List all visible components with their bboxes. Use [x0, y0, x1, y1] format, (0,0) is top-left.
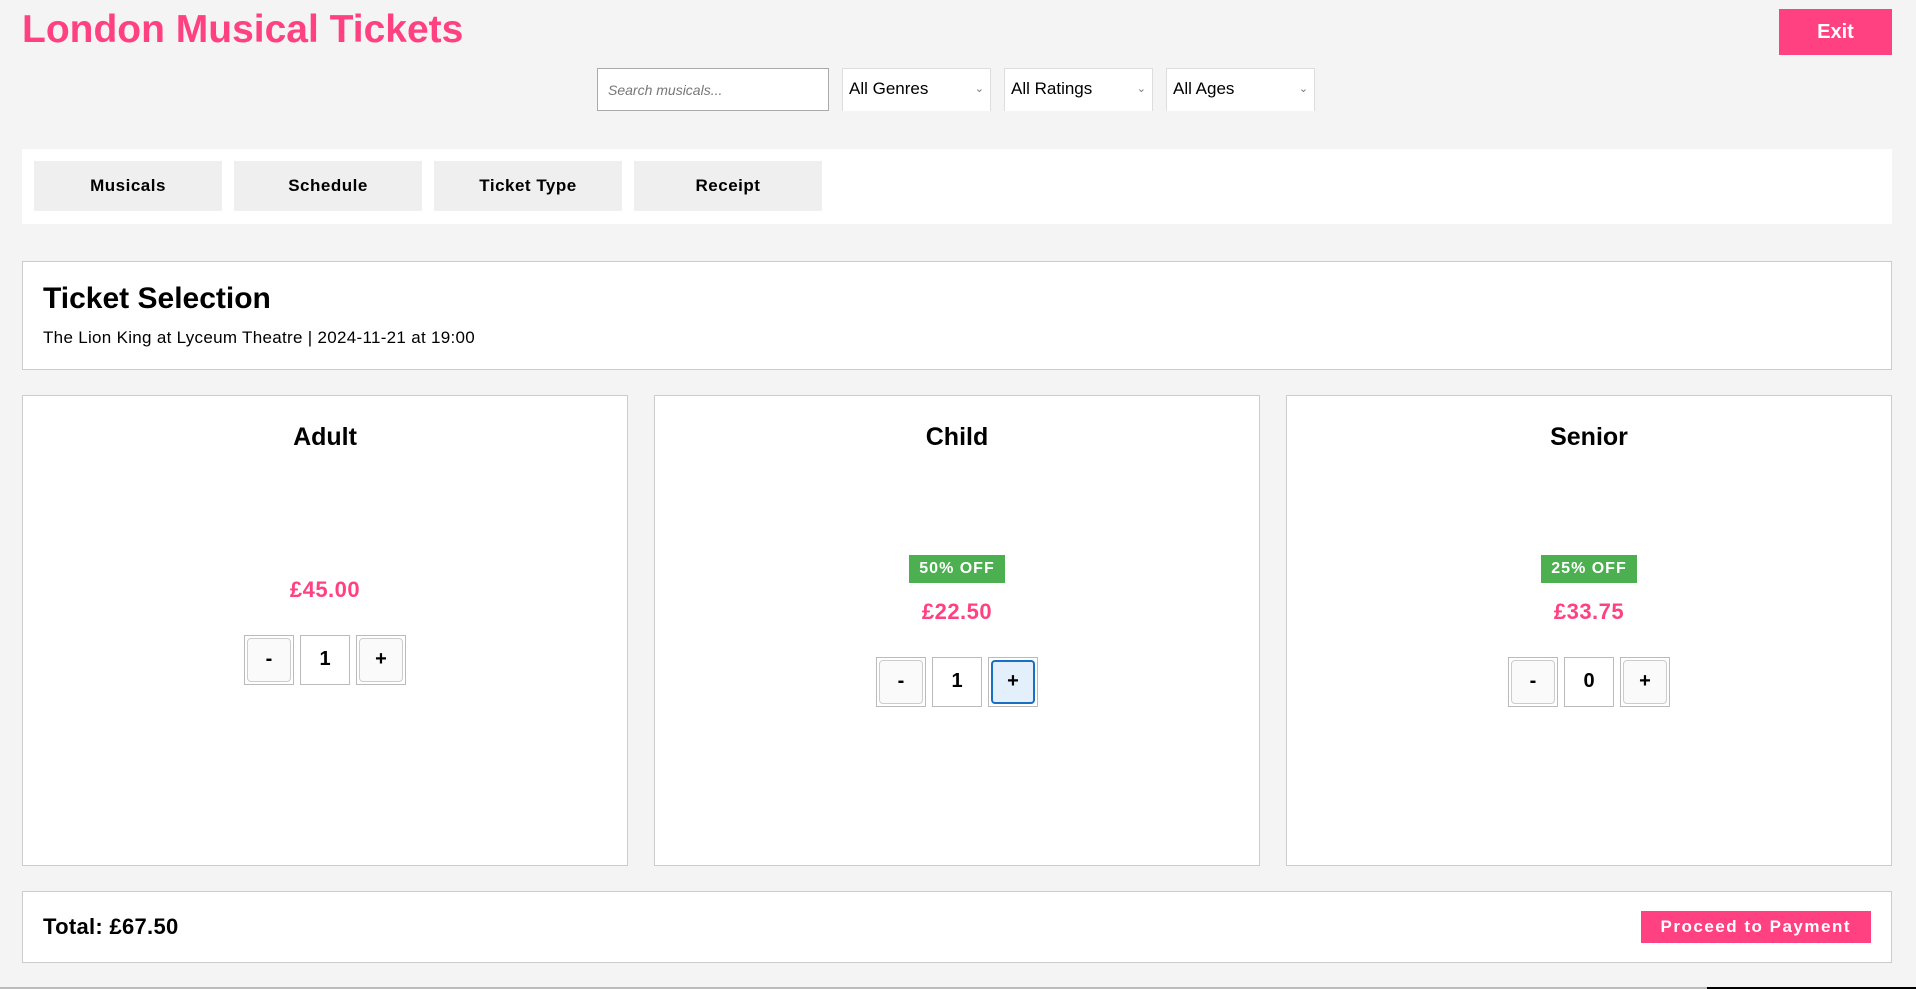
chevron-down-icon: ⌄ — [1298, 83, 1308, 95]
quantity-value: 1 — [300, 634, 350, 685]
search-input[interactable] — [597, 68, 829, 111]
app-title: London Musical Tickets — [22, 8, 464, 51]
filter-bar: All Genres ⌄ All Ratings ⌄ All Ages ⌄ — [597, 68, 1315, 111]
total-amount: Total: £67.50 — [43, 914, 179, 939]
quantity-stepper: - 0 + — [1508, 656, 1670, 707]
ticket-price: £45.00 — [289, 576, 361, 602]
tab-musicals[interactable]: Musicals — [34, 161, 222, 211]
proceed-to-payment-button[interactable]: Proceed to Payment — [1640, 911, 1871, 943]
tab-schedule[interactable]: Schedule — [234, 161, 422, 211]
ticket-card-adult: Adult £45.00 - 1 + — [22, 395, 628, 866]
tab-receipt[interactable]: Receipt — [634, 161, 822, 211]
exit-button[interactable]: Exit — [1779, 9, 1892, 55]
ticket-cards: Adult £45.00 - 1 + Child 50% OFF £22.50 … — [22, 395, 1892, 866]
age-select[interactable]: All Ages ⌄ — [1166, 68, 1315, 111]
quantity-stepper: - 1 + — [876, 656, 1038, 707]
chevron-down-icon: ⌄ — [1136, 83, 1146, 95]
quantity-value: 1 — [932, 656, 982, 707]
page-title: Ticket Selection — [43, 282, 271, 315]
chevron-down-icon: ⌄ — [974, 83, 984, 95]
ticket-type-label: Adult — [293, 423, 357, 451]
show-details: The Lion King at Lyceum Theatre | 2024-1… — [43, 328, 476, 347]
discount-badge: 50% OFF — [909, 554, 1005, 583]
ticket-price: £22.50 — [921, 598, 993, 624]
quantity-stepper: - 1 + — [244, 634, 406, 685]
ticket-price: £33.75 — [1553, 598, 1625, 624]
discount-badge: 25% OFF — [1541, 554, 1637, 583]
quantity-value: 0 — [1564, 656, 1614, 707]
selection-info-panel: Ticket Selection The Lion King at Lyceum… — [22, 261, 1892, 370]
increment-button[interactable]: + — [1620, 656, 1670, 707]
ticket-card-child: Child 50% OFF £22.50 - 1 + — [654, 395, 1260, 866]
ticket-type-label: Child — [925, 423, 989, 451]
decrement-button[interactable]: - — [244, 634, 294, 685]
increment-button[interactable]: + — [988, 656, 1038, 707]
genre-select-value: All Genres — [849, 79, 929, 98]
tab-ticket-type[interactable]: Ticket Type — [434, 161, 622, 211]
ticket-type-label: Senior — [1550, 423, 1628, 451]
decrement-button[interactable]: - — [1508, 656, 1558, 707]
age-select-value: All Ages — [1173, 79, 1235, 98]
genre-select[interactable]: All Genres ⌄ — [842, 68, 991, 111]
rating-select-value: All Ratings — [1011, 79, 1093, 98]
increment-button[interactable]: + — [356, 634, 406, 685]
checkout-bar: Total: £67.50 Proceed to Payment — [22, 891, 1892, 963]
rating-select[interactable]: All Ratings ⌄ — [1004, 68, 1153, 111]
decrement-button[interactable]: - — [876, 656, 926, 707]
ticket-card-senior: Senior 25% OFF £33.75 - 0 + — [1286, 395, 1892, 866]
step-tabs: Musicals Schedule Ticket Type Receipt — [22, 149, 1892, 224]
